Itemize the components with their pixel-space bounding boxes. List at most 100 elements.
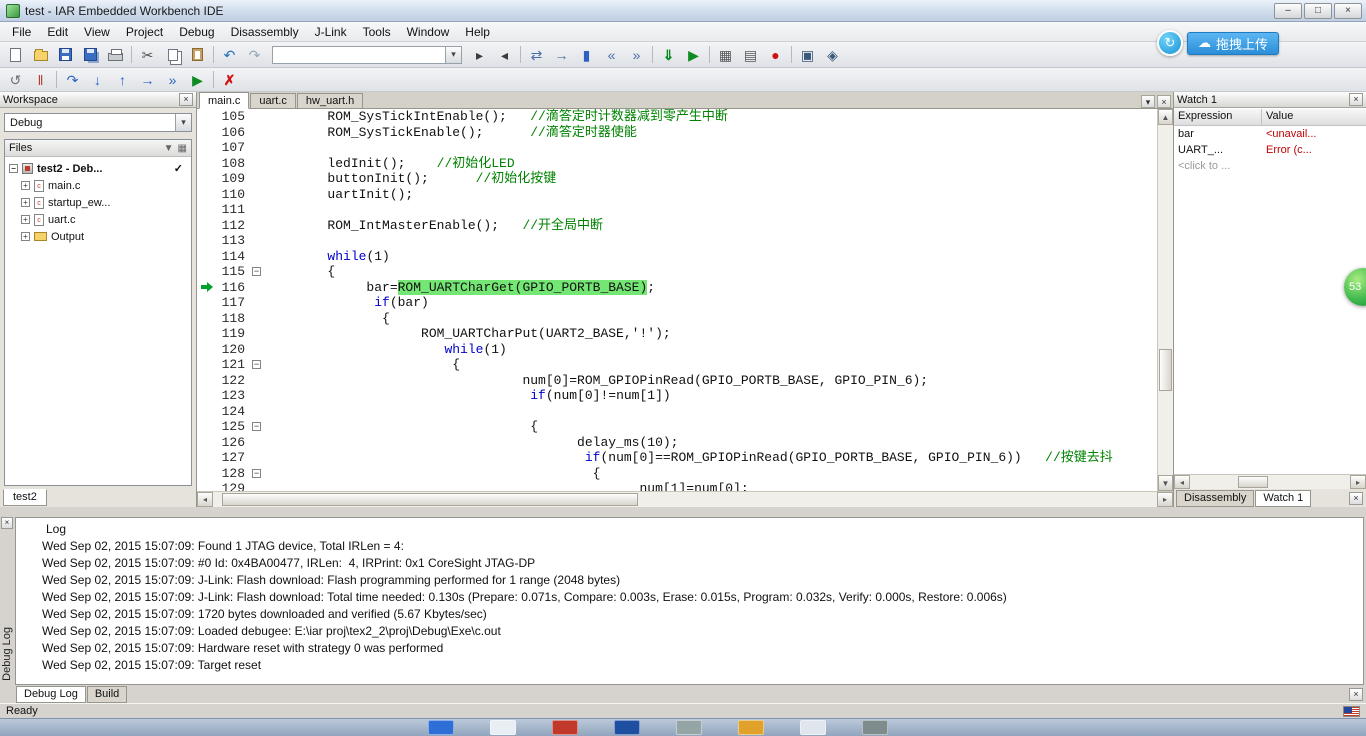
watch-scroll-track[interactable] [1190,475,1350,489]
code-line[interactable]: 117 if(bar) [197,295,1157,311]
taskbar-icon-5[interactable] [676,720,702,735]
menu-window[interactable]: Window [399,23,458,41]
collapse-icon[interactable]: − [9,164,18,173]
watch-col-value[interactable]: Value [1262,109,1366,125]
save-all-button[interactable] [78,44,103,66]
taskbar-icon-4[interactable] [614,720,640,735]
scroll-left-icon[interactable]: ◂ [197,492,213,507]
editor-horizontal-scrollbar[interactable]: ◂ ▸ [197,491,1173,507]
files-columns-icon[interactable]: ▦ [178,143,187,154]
code-text[interactable]: bar=ROM_UARTCharGet(GPIO_PORTB_BASE); [265,279,1157,296]
maximize-button[interactable]: □ [1304,2,1332,19]
code-text[interactable]: buttonInit(); //初始化按键 [265,171,1157,187]
code-line[interactable]: 120 while(1) [197,342,1157,358]
next-statement-button[interactable]: → [135,69,160,91]
code-text[interactable]: { [265,311,1157,327]
make-button[interactable]: ▦ [713,44,738,66]
fold-collapse-icon[interactable]: − [252,468,261,478]
fold-collapse-icon[interactable]: − [252,267,261,276]
chevron-down-icon[interactable]: ▾ [175,114,191,131]
expand-icon[interactable]: + [21,232,30,241]
log-close-icon[interactable]: × [1,517,13,529]
redo-button[interactable]: ↷ [242,44,267,66]
watch-col-expression[interactable]: Expression [1174,109,1262,125]
taskbar-icon-8[interactable] [862,720,888,735]
code-text[interactable]: delay_ms(10); [265,435,1157,451]
code-line[interactable]: 105 ROM_SysTickIntEnable(); //滴答定时计数器减到零… [197,109,1157,125]
code-line[interactable]: 129 num[1]=num[0]; [197,481,1157,491]
jlink-memory-button[interactable]: ◈ [820,44,845,66]
horizontal-scroll-thumb[interactable] [222,493,638,506]
code-text[interactable]: { [265,264,1157,280]
code-line[interactable]: 115− { [197,264,1157,280]
save-button[interactable] [53,44,78,66]
code-line[interactable]: 124 [197,404,1157,420]
close-button[interactable]: × [1334,2,1362,19]
next-bookmark-button[interactable]: » [624,44,649,66]
watch-expression[interactable]: UART_... [1174,144,1262,156]
download-and-debug-button[interactable]: ⇓ [656,44,681,66]
editor-vertical-scrollbar[interactable]: ▲ ▼ [1157,109,1173,491]
configuration-select[interactable]: Debug ▾ [4,113,192,132]
expand-icon[interactable]: + [21,198,30,207]
workspace-tab-test2[interactable]: test2 [3,489,47,506]
go-button[interactable]: ▶ [185,69,210,91]
code-text[interactable]: ledInit(); //初始化LED [265,156,1157,172]
menu-jlink[interactable]: J-Link [307,23,355,41]
find-combo[interactable]: ▾ [272,45,462,64]
tab-list-icon[interactable]: ▾ [1141,95,1155,108]
jlink-control-panel-button[interactable]: ▣ [795,44,820,66]
horizontal-splitter[interactable] [0,507,1366,515]
code-line[interactable]: 122 num[0]=ROM_GPIOPinRead(GPIO_PORTB_BA… [197,373,1157,389]
step-out-button[interactable]: ↑ [110,69,135,91]
code-text[interactable] [265,202,1157,218]
code-line[interactable]: 119 ROM_UARTCharPut(UART2_BASE,'!'); [197,326,1157,342]
scroll-right-icon[interactable]: ▸ [1350,475,1366,489]
menu-view[interactable]: View [76,23,118,41]
menu-edit[interactable]: Edit [39,23,76,41]
goto-line-button[interactable]: → [549,44,574,66]
editor-tab-uartc[interactable]: uart.c [250,93,296,108]
break-button[interactable]: ‖ [28,69,53,91]
code-line[interactable]: 108 ledInit(); //初始化LED [197,156,1157,172]
vertical-scroll-track[interactable] [1158,125,1173,475]
code-text[interactable]: num[0]=ROM_GPIOPinRead(GPIO_PORTB_BASE, … [265,373,1157,389]
taskbar-icon-2[interactable] [490,720,516,735]
code-line[interactable]: 106 ROM_SysTickEnable(); //滴答定时器使能 [197,125,1157,141]
code-line[interactable]: 125− { [197,419,1157,435]
code-line[interactable]: 113 [197,233,1157,249]
tree-item-startupew[interactable]: + c startup_ew... [5,194,191,211]
watch-row[interactable]: UART_... Error (c... [1174,142,1366,158]
code-line[interactable]: 114 while(1) [197,249,1157,265]
taskbar-icon-1[interactable] [428,720,454,735]
watch-scroll-thumb[interactable] [1238,476,1268,488]
stop-debugging-button[interactable]: ✗ [217,69,242,91]
code-text[interactable] [265,233,1157,249]
code-text[interactable]: while(1) [265,342,1157,358]
menu-disassembly[interactable]: Disassembly [223,23,307,41]
code-line[interactable]: 118 { [197,311,1157,327]
watch-expression[interactable]: <click to ... [1174,160,1262,172]
taskbar-icon-7[interactable] [800,720,826,735]
code-line[interactable]: 110 uartInit(); [197,187,1157,203]
files-sort-icon[interactable]: ▼ [164,143,174,154]
menu-file[interactable]: File [4,23,39,41]
editor-tab-mainc[interactable]: main.c [199,92,250,109]
tab-build[interactable]: Build [86,685,128,703]
tab-debuglog[interactable]: Debug Log [16,685,86,703]
code-text[interactable] [265,140,1157,156]
watch-row[interactable]: bar <unavail... [1174,126,1366,142]
code-line[interactable]: 109 buttonInit(); //初始化按键 [197,171,1157,187]
tab-disassembly[interactable]: Disassembly [1176,489,1255,507]
undo-button[interactable]: ↶ [217,44,242,66]
tree-item-project[interactable]: − test2 - Deb... ✓ [5,160,191,177]
upload-tool-icon[interactable]: ↻ [1157,30,1183,56]
scroll-left-icon[interactable]: ◂ [1174,475,1190,489]
code-line[interactable]: 111 [197,202,1157,218]
code-line[interactable]: 126 delay_ms(10); [197,435,1157,451]
scroll-up-icon[interactable]: ▲ [1158,109,1173,125]
chevron-down-icon[interactable]: ▾ [445,46,461,63]
drag-upload-button[interactable]: ☁ 拖拽上传 [1187,31,1280,55]
debug-without-downloading-button[interactable]: ▶ [681,44,706,66]
step-into-button[interactable]: ↓ [85,69,110,91]
